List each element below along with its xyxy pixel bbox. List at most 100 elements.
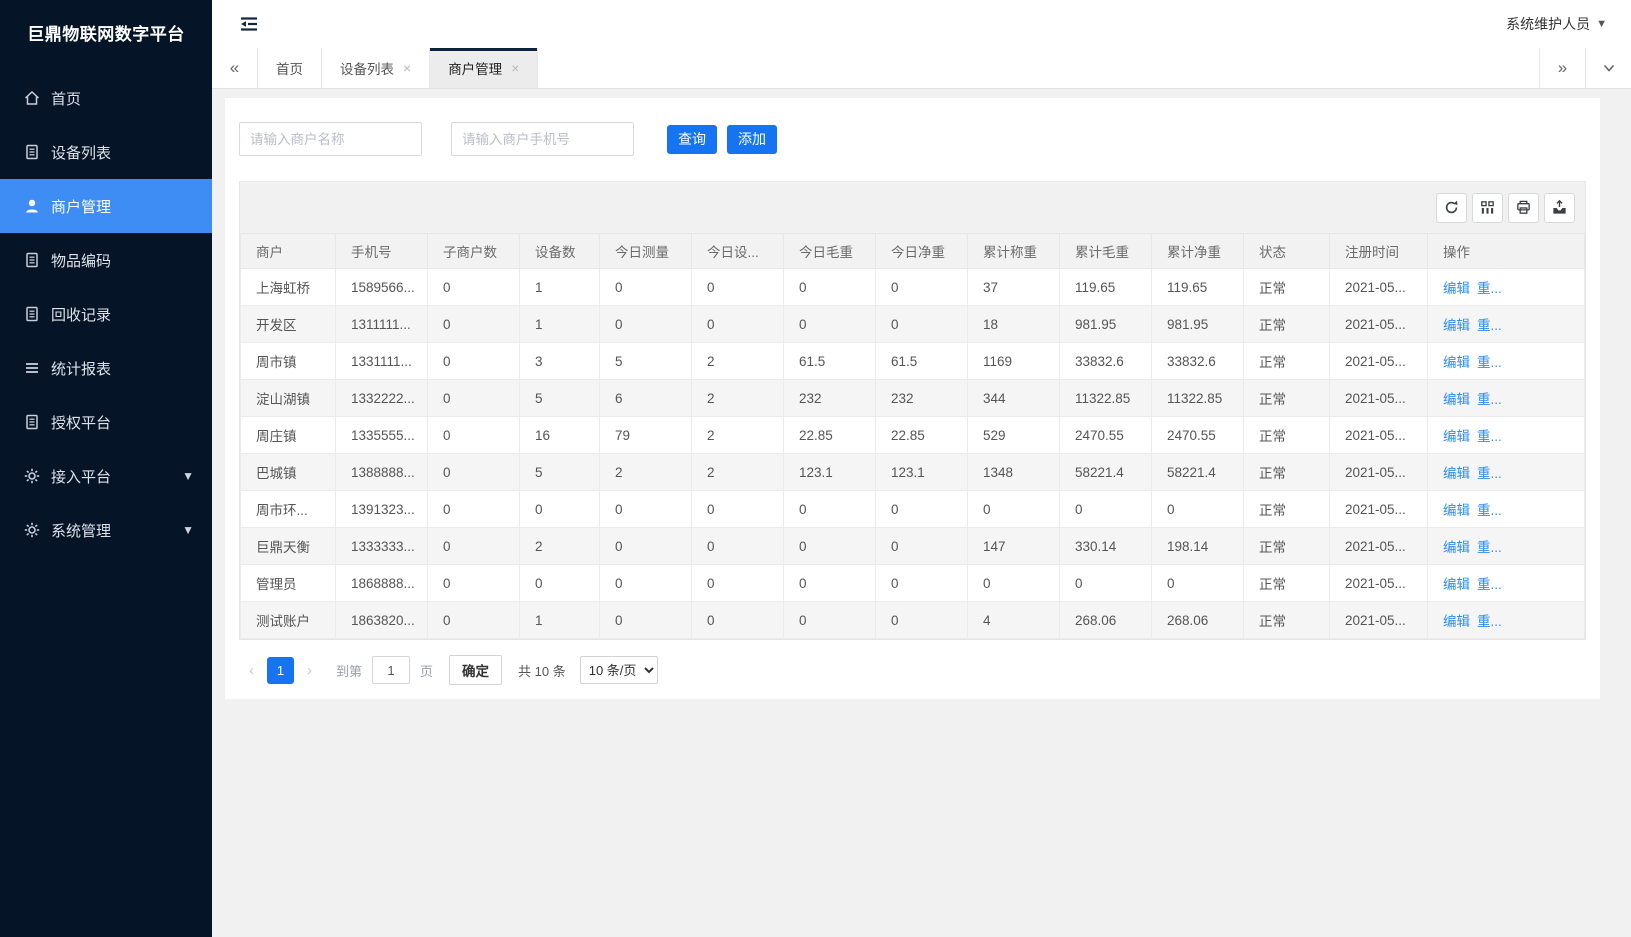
- table-cell: 0: [692, 602, 784, 639]
- table-cell: 529: [968, 417, 1060, 454]
- column-header[interactable]: 子商户数: [428, 234, 520, 269]
- sidebar-item[interactable]: 授权平台: [0, 395, 212, 449]
- edit-link[interactable]: 编辑: [1443, 466, 1470, 481]
- edit-link[interactable]: 编辑: [1443, 429, 1470, 444]
- tab[interactable]: 首页: [258, 48, 322, 88]
- tabs-scroll-right-button[interactable]: »: [1539, 48, 1585, 88]
- table-cell: 6: [600, 380, 692, 417]
- confirm-page-button[interactable]: 确定: [449, 655, 502, 685]
- sidebar-item[interactable]: 商户管理: [0, 179, 212, 233]
- sidebar-item[interactable]: 首页: [0, 71, 212, 125]
- close-icon[interactable]: ×: [511, 61, 519, 75]
- table-cell: 1169: [968, 343, 1060, 380]
- sidebar-item[interactable]: 物品编码: [0, 233, 212, 287]
- table-row: 开发区1311111...01000018981.95981.95正常2021-…: [241, 306, 1585, 343]
- edit-link[interactable]: 编辑: [1443, 614, 1470, 629]
- reset-link[interactable]: 重...: [1477, 503, 1502, 518]
- column-header[interactable]: 商户: [241, 234, 336, 269]
- sidebar-item[interactable]: 统计报表: [0, 341, 212, 395]
- column-header[interactable]: 累计净重: [1152, 234, 1244, 269]
- column-header[interactable]: 操作: [1428, 234, 1585, 269]
- table-cell: 2021-05...: [1330, 306, 1428, 343]
- sidebar-item[interactable]: 设备列表: [0, 125, 212, 179]
- gear-icon: [23, 467, 41, 485]
- tabs-menu-button[interactable]: [1585, 48, 1631, 88]
- column-header[interactable]: 今日设...: [692, 234, 784, 269]
- reset-link[interactable]: 重...: [1477, 281, 1502, 296]
- close-icon[interactable]: ×: [403, 61, 411, 75]
- sidebar-item[interactable]: 回收记录: [0, 287, 212, 341]
- refresh-button[interactable]: [1436, 193, 1467, 223]
- table-cell: 268.06: [1152, 602, 1244, 639]
- sidebar-item-label: 系统管理: [51, 520, 111, 541]
- table-cell: 0: [784, 269, 876, 306]
- columns-button[interactable]: [1472, 193, 1503, 223]
- edit-link[interactable]: 编辑: [1443, 318, 1470, 333]
- edit-link[interactable]: 编辑: [1443, 355, 1470, 370]
- next-page-button[interactable]: ›: [301, 662, 318, 679]
- reset-link[interactable]: 重...: [1477, 540, 1502, 555]
- page-size-select[interactable]: 10 条/页: [580, 656, 658, 684]
- table-cell: 0: [1060, 565, 1152, 602]
- table-cell: 2021-05...: [1330, 602, 1428, 639]
- table-cell: 管理员: [241, 565, 336, 602]
- table-cell: 61.5: [876, 343, 968, 380]
- user-dropdown[interactable]: 系统维护人员 ▼: [1506, 14, 1607, 34]
- table-row: 巨鼎天衡1333333...020000147330.14198.14正常202…: [241, 528, 1585, 565]
- table-cell: 正常: [1244, 306, 1330, 343]
- table-cell: 0: [784, 565, 876, 602]
- edit-link[interactable]: 编辑: [1443, 577, 1470, 592]
- merchant-phone-input[interactable]: [451, 122, 634, 156]
- reset-link[interactable]: 重...: [1477, 577, 1502, 592]
- table-cell: 0: [876, 269, 968, 306]
- reset-link[interactable]: 重...: [1477, 355, 1502, 370]
- reset-link[interactable]: 重...: [1477, 466, 1502, 481]
- sidebar-item[interactable]: 接入平台▼: [0, 449, 212, 503]
- table-cell: 0: [692, 269, 784, 306]
- total-count-label: 共 10 条: [518, 661, 566, 680]
- page-1-button[interactable]: 1: [267, 657, 294, 684]
- edit-link[interactable]: 编辑: [1443, 503, 1470, 518]
- sidebar-item[interactable]: 系统管理▼: [0, 503, 212, 557]
- print-button[interactable]: [1508, 193, 1539, 223]
- column-header[interactable]: 手机号: [336, 234, 428, 269]
- query-button[interactable]: 查询: [667, 125, 717, 154]
- column-header[interactable]: 累计称重: [968, 234, 1060, 269]
- tab[interactable]: 设备列表×: [322, 48, 430, 88]
- reset-link[interactable]: 重...: [1477, 318, 1502, 333]
- edit-link[interactable]: 编辑: [1443, 392, 1470, 407]
- reset-link[interactable]: 重...: [1477, 429, 1502, 444]
- table-cell: 2021-05...: [1330, 380, 1428, 417]
- goto-page-input[interactable]: [372, 656, 410, 684]
- merchant-name-input[interactable]: [239, 122, 422, 156]
- topbar: 系统维护人员 ▼: [212, 0, 1631, 48]
- table-cell: 16: [520, 417, 600, 454]
- collapse-sidebar-button[interactable]: [238, 11, 264, 37]
- tab[interactable]: 商户管理×: [430, 48, 538, 88]
- reset-link[interactable]: 重...: [1477, 614, 1502, 629]
- column-header[interactable]: 今日净重: [876, 234, 968, 269]
- reset-link[interactable]: 重...: [1477, 392, 1502, 407]
- edit-link[interactable]: 编辑: [1443, 540, 1470, 555]
- actions-cell: 编辑重...: [1428, 343, 1585, 380]
- column-header[interactable]: 累计毛重: [1060, 234, 1152, 269]
- tabs-scroll-left-button[interactable]: «: [212, 48, 258, 88]
- column-header[interactable]: 状态: [1244, 234, 1330, 269]
- caret-down-icon: ▼: [182, 469, 194, 483]
- table-cell: 198.14: [1152, 528, 1244, 565]
- table-cell: 0: [876, 306, 968, 343]
- prev-page-button[interactable]: ‹: [243, 662, 260, 679]
- table-cell: 周市镇: [241, 343, 336, 380]
- column-header[interactable]: 今日毛重: [784, 234, 876, 269]
- column-header[interactable]: 设备数: [520, 234, 600, 269]
- gear-icon: [23, 521, 41, 539]
- add-button[interactable]: 添加: [727, 125, 777, 154]
- table-cell: 0: [428, 454, 520, 491]
- column-header[interactable]: 今日测量: [600, 234, 692, 269]
- edit-link[interactable]: 编辑: [1443, 281, 1470, 296]
- sidebar-menu: 首页设备列表商户管理物品编码回收记录统计报表授权平台接入平台▼系统管理▼: [0, 71, 212, 557]
- export-button[interactable]: [1544, 193, 1575, 223]
- table-cell: 2021-05...: [1330, 417, 1428, 454]
- column-header[interactable]: 注册时间: [1330, 234, 1428, 269]
- table-cell: 2: [692, 417, 784, 454]
